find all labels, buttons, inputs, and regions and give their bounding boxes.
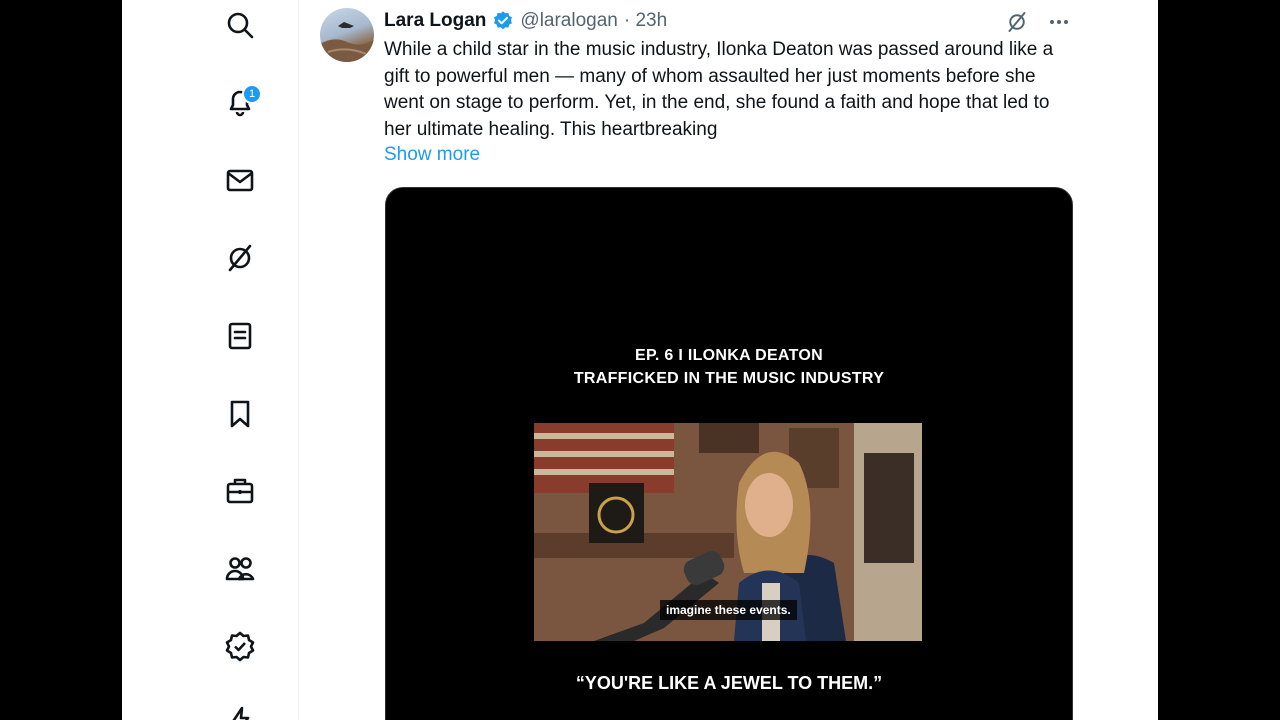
- bookmark-icon: [230, 400, 250, 428]
- sidebar-nav: 1: [122, 0, 299, 720]
- mail-icon: [226, 169, 254, 192]
- nav-lists[interactable]: [215, 311, 265, 361]
- more-options-button[interactable]: [1045, 8, 1073, 36]
- video-frame: imagine these events.: [534, 423, 922, 641]
- nav-notifications[interactable]: 1: [215, 77, 265, 127]
- grok-button[interactable]: [1003, 8, 1031, 36]
- nav-lightning[interactable]: [215, 696, 265, 720]
- tweet-header: Lara Logan @laralogan · 23h: [384, 8, 667, 34]
- show-more-link[interactable]: Show more: [384, 144, 480, 166]
- nav-search[interactable]: [215, 0, 265, 50]
- lists-icon: [228, 322, 252, 350]
- video-caption: imagine these events.: [660, 600, 797, 620]
- nav-messages[interactable]: [215, 155, 265, 205]
- lightning-icon: [232, 706, 250, 720]
- briefcase-icon: [226, 478, 254, 504]
- tweet-text: While a child star in the music industry…: [384, 39, 1054, 140]
- tweet-actions: [1003, 8, 1073, 36]
- app-window: 1 Lara Logan @laralogan · 23h While a ch…: [122, 0, 1158, 720]
- search-icon: [227, 12, 254, 39]
- nav-communities[interactable]: [215, 543, 265, 593]
- nav-bookmarks[interactable]: [215, 389, 265, 439]
- author-name[interactable]: Lara Logan: [384, 10, 486, 32]
- communities-icon: [225, 557, 255, 581]
- notification-badge: 1: [242, 84, 262, 104]
- grok-icon: [228, 244, 252, 272]
- verified-icon: [225, 631, 255, 662]
- timestamp[interactable]: · 23h: [624, 10, 667, 32]
- nav-grok[interactable]: [215, 233, 265, 283]
- author-handle[interactable]: @laralogan: [520, 10, 617, 32]
- feed: Lara Logan @laralogan · 23h While a chil…: [299, 0, 1093, 720]
- video-title-line1: EP. 6 I ILONKA DEATON: [635, 347, 823, 364]
- avatar-image: [320, 22, 374, 62]
- verified-badge-icon: [494, 11, 513, 30]
- more-icon: [1050, 20, 1068, 24]
- video-title-line2: TRAFFICKED IN THE MUSIC INDUSTRY: [573, 370, 885, 387]
- nav-verified[interactable]: [215, 621, 265, 671]
- nav-jobs[interactable]: [215, 466, 265, 516]
- avatar[interactable]: [320, 8, 374, 62]
- video-player[interactable]: EP. 6 I ILONKA DEATON TRAFFICKED IN THE …: [385, 187, 1073, 720]
- video-quote: “YOU'RE LIKE A JEWEL TO THEM.”: [575, 673, 883, 693]
- grok-icon: [1008, 12, 1026, 32]
